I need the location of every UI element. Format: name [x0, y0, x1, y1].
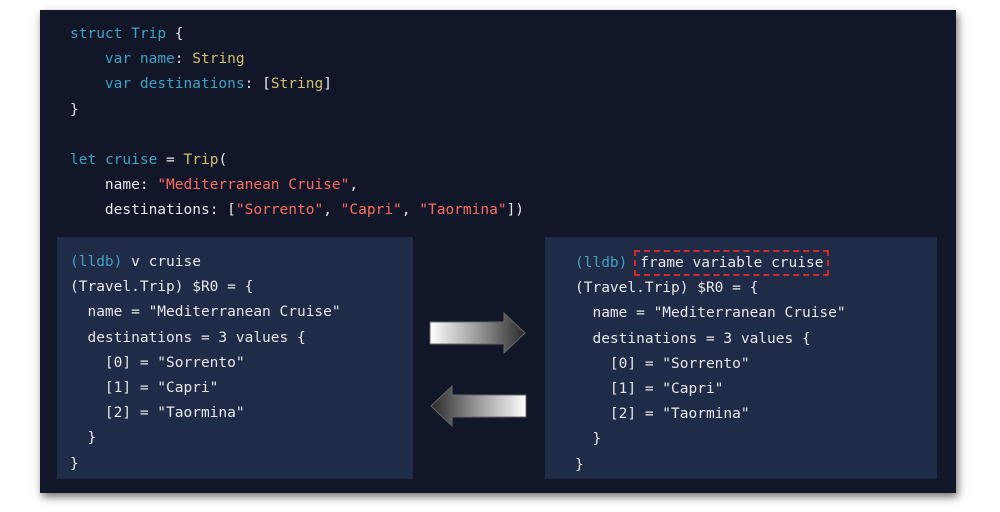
output-line: [0] = "Sorrento" [575, 355, 750, 372]
lldb-prompt: (lldb) [575, 255, 628, 271]
constant-name: cruise [104, 152, 158, 169]
output-line: } [575, 456, 584, 473]
code-line-4: } [70, 101, 79, 118]
lldb-output-right: (lldb) frame variable cruise (Travel.Tri… [545, 237, 937, 479]
output-line: name = "Mediterranean Cruise" [70, 304, 341, 321]
property-name: name [139, 51, 175, 68]
keyword-let: let [70, 152, 97, 169]
open-brace: { [174, 26, 184, 42]
struct-name: Trip [131, 26, 167, 42]
lldb-prompt: (lldb) [70, 254, 123, 270]
right-arrow-icon [429, 311, 526, 355]
property-destinations: destinations [139, 76, 245, 93]
code-line-3: var destinations: [String] [104, 76, 332, 93]
output-line: name = "Mediterranean Cruise" [575, 305, 846, 322]
output-line: } [575, 431, 602, 448]
code-line-7: name: "Mediterranean Cruise", [104, 177, 359, 194]
output-line: destinations = 3 values { [70, 329, 306, 346]
output-line: [1] = "Capri" [575, 381, 724, 398]
output-line: [2] = "Taormina" [575, 406, 750, 423]
swift-code-block: struct Trip { var name: String var desti… [70, 22, 524, 224]
keyword-struct: struct [70, 26, 123, 42]
lldb-text-right: (lldb) frame variable cruise (Travel.Tri… [575, 250, 846, 478]
string-literal: "Capri" [340, 202, 402, 219]
argument-label: destinations [104, 202, 210, 219]
lldb-command: v cruise [131, 254, 201, 270]
lldb-output-left: (lldb) v cruise (Travel.Trip) $R0 = { na… [57, 237, 413, 479]
output-line: [0] = "Sorrento" [70, 354, 245, 371]
output-line: [2] = "Taormina" [70, 405, 245, 422]
left-arrow-icon [430, 384, 527, 428]
lldb-text-left: (lldb) v cruise (Travel.Trip) $R0 = { na… [70, 250, 341, 477]
string-literal: "Sorrento" [235, 202, 324, 219]
output-line: destinations = 3 values { [575, 330, 811, 347]
string-literal: "Taormina" [419, 202, 507, 219]
code-line-8: destinations: ["Sorrento", "Capri", "Tao… [104, 202, 525, 219]
string-literal: "Mediterranean Cruise" [157, 177, 350, 194]
keyword-var: var [104, 51, 132, 68]
output-line: } [70, 455, 79, 472]
code-panel: struct Trip { var name: String var desti… [40, 10, 956, 493]
keyword-var: var [104, 76, 132, 93]
output-line: (Travel.Trip) $R0 = { [575, 280, 759, 297]
highlighted-command: frame variable cruise [634, 250, 830, 276]
type-name: String [270, 76, 324, 93]
code-line-6: let cruise = Trip( [70, 152, 228, 169]
initializer-call: Trip [183, 152, 219, 169]
code-line-1: struct Trip { [70, 26, 184, 42]
type-name: String [192, 51, 245, 68]
output-line: (Travel.Trip) $R0 = { [70, 279, 254, 296]
output-line: [1] = "Capri" [70, 380, 219, 397]
output-line: } [70, 430, 97, 447]
code-line-2: var name: String [104, 51, 245, 68]
argument-label: name [104, 177, 140, 194]
